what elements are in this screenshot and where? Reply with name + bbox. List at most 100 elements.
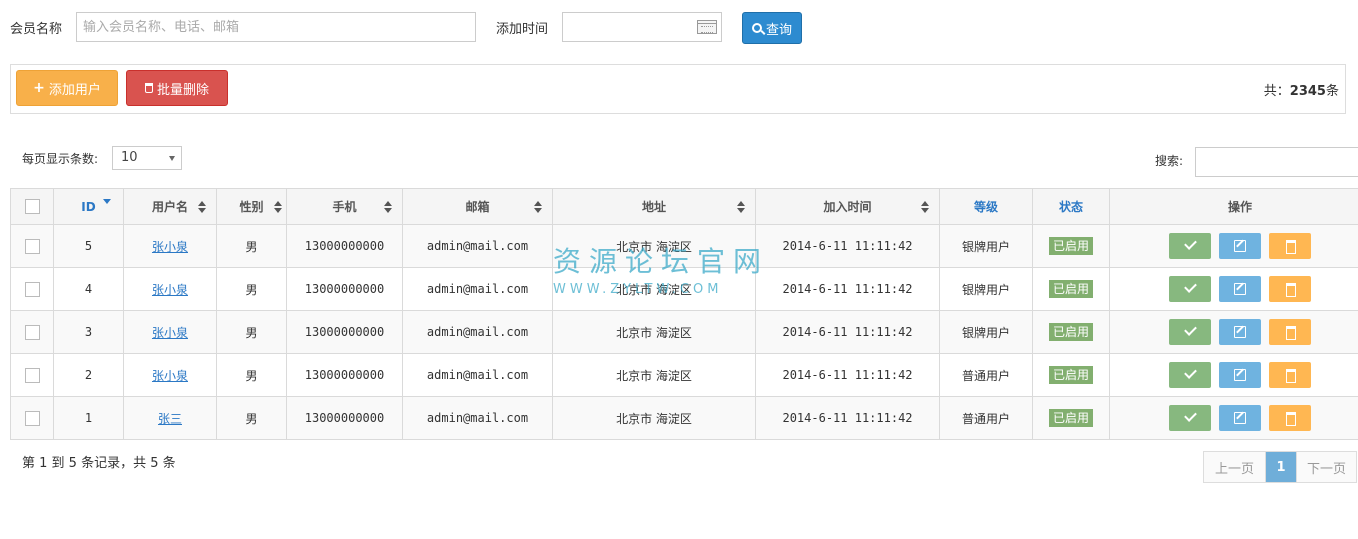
cell-id: 5 <box>53 224 124 268</box>
cell-actions <box>1109 267 1358 311</box>
header-address-label: 地址 <box>641 200 666 214</box>
total-suffix: 条 <box>1325 84 1339 99</box>
header-status: 状态 <box>1032 188 1110 225</box>
batch-delete-button[interactable]: 批量删除 <box>126 70 228 106</box>
enable-button[interactable] <box>1169 362 1211 388</box>
calendar-icon[interactable] <box>697 20 717 34</box>
delete-button[interactable] <box>1269 362 1311 388</box>
query-button[interactable]: 查询 <box>742 12 802 44</box>
username-link[interactable]: 张小泉 <box>152 326 188 340</box>
username-link[interactable]: 张三 <box>158 412 182 426</box>
cell-gender: 男 <box>216 224 287 268</box>
sort-icon <box>274 201 282 213</box>
cell-id: 1 <box>53 396 124 440</box>
header-actions-label: 操作 <box>1227 200 1252 214</box>
table-header-row: ID 用户名 性别 手机 邮箱 地址 加入时间 等级 状态 操作 <box>10 188 1358 225</box>
row-checkbox[interactable] <box>24 238 40 254</box>
prev-page-button[interactable]: 上一页 <box>1204 452 1266 482</box>
header-joined[interactable]: 加入时间 <box>755 188 940 225</box>
cell-username: 张小泉 <box>123 224 217 268</box>
status-badge: 已启用 <box>1048 409 1093 427</box>
cell-gender: 男 <box>216 310 287 354</box>
status-badge: 已启用 <box>1048 366 1093 384</box>
row-select[interactable] <box>10 267 54 311</box>
enable-button[interactable] <box>1169 233 1211 259</box>
cell-address: 北京市 海淀区 <box>552 310 756 354</box>
enable-button[interactable] <box>1169 276 1211 302</box>
cell-status: 已启用 <box>1032 353 1110 397</box>
page-length-select[interactable]: 10 <box>112 146 182 170</box>
cell-phone: 13000000000 <box>286 267 403 311</box>
row-select[interactable] <box>10 310 54 354</box>
cell-joined: 2014-6-11 11:11:42 <box>755 353 940 397</box>
row-checkbox[interactable] <box>24 410 40 426</box>
row-select[interactable] <box>10 396 54 440</box>
edit-button[interactable] <box>1219 276 1261 302</box>
table-row: 3 张小泉 男 13000000000 admin@mail.com 北京市 海… <box>10 310 1358 354</box>
enable-button[interactable] <box>1169 405 1211 431</box>
cell-address: 北京市 海淀区 <box>552 396 756 440</box>
delete-button[interactable] <box>1269 233 1311 259</box>
edit-button[interactable] <box>1219 405 1261 431</box>
delete-button[interactable] <box>1269 405 1311 431</box>
select-all-checkbox[interactable] <box>24 199 40 214</box>
cell-username: 张三 <box>123 396 217 440</box>
header-username[interactable]: 用户名 <box>123 188 217 225</box>
cell-actions <box>1109 224 1358 268</box>
row-checkbox[interactable] <box>24 281 40 297</box>
cell-username: 张小泉 <box>123 353 217 397</box>
table-row: 2 张小泉 男 13000000000 admin@mail.com 北京市 海… <box>10 353 1358 397</box>
cell-email: admin@mail.com <box>402 224 553 268</box>
enable-button[interactable] <box>1169 319 1211 345</box>
sort-icon <box>384 201 392 213</box>
delete-button[interactable] <box>1269 319 1311 345</box>
username-link[interactable]: 张小泉 <box>152 240 188 254</box>
cell-status: 已启用 <box>1032 267 1110 311</box>
add-user-label: 添加用户 <box>48 82 101 98</box>
edit-button[interactable] <box>1219 319 1261 345</box>
username-link[interactable]: 张小泉 <box>152 369 188 383</box>
search-icon <box>751 23 762 33</box>
total-count: 共：2345条 <box>1264 80 1339 99</box>
header-id[interactable]: ID <box>53 188 124 225</box>
total-prefix: 共： <box>1263 84 1290 99</box>
page-1-button[interactable]: 1 <box>1266 452 1296 482</box>
table-search-input[interactable] <box>1195 147 1358 177</box>
cell-address: 北京市 海淀区 <box>552 267 756 311</box>
next-page-button[interactable]: 下一页 <box>1296 452 1356 482</box>
edit-button[interactable] <box>1219 362 1261 388</box>
cell-gender: 男 <box>216 396 287 440</box>
chevron-down-icon <box>169 156 175 161</box>
cell-phone: 13000000000 <box>286 310 403 354</box>
header-select-all[interactable] <box>10 188 54 225</box>
add-user-button[interactable]: + 添加用户 <box>16 70 118 106</box>
row-checkbox[interactable] <box>24 367 40 383</box>
batch-delete-label: 批量删除 <box>156 82 209 98</box>
delete-button[interactable] <box>1269 276 1311 302</box>
header-phone[interactable]: 手机 <box>286 188 403 225</box>
row-select[interactable] <box>10 224 54 268</box>
cell-phone: 13000000000 <box>286 396 403 440</box>
edit-button[interactable] <box>1219 233 1261 259</box>
header-id-label: ID <box>81 199 96 214</box>
member-name-label: 会员名称 <box>10 22 63 37</box>
cell-gender: 男 <box>216 267 287 311</box>
cell-id: 3 <box>53 310 124 354</box>
plus-icon: + <box>33 80 45 96</box>
username-link[interactable]: 张小泉 <box>152 283 188 297</box>
query-button-label: 查询 <box>765 22 792 38</box>
member-search-input[interactable] <box>76 12 476 42</box>
sort-icon <box>921 201 929 213</box>
header-gender[interactable]: 性别 <box>216 188 287 225</box>
add-time-label: 添加时间 <box>496 22 549 37</box>
sort-icon <box>737 201 745 213</box>
row-checkbox[interactable] <box>24 324 40 340</box>
filter-bar: 会员名称 添加时间 查询 <box>0 0 1358 56</box>
cell-actions <box>1109 310 1358 354</box>
status-badge: 已启用 <box>1048 280 1093 298</box>
row-select[interactable] <box>10 353 54 397</box>
cell-gender: 男 <box>216 353 287 397</box>
status-badge: 已启用 <box>1048 237 1093 255</box>
header-address[interactable]: 地址 <box>552 188 756 225</box>
header-email[interactable]: 邮箱 <box>402 188 553 225</box>
